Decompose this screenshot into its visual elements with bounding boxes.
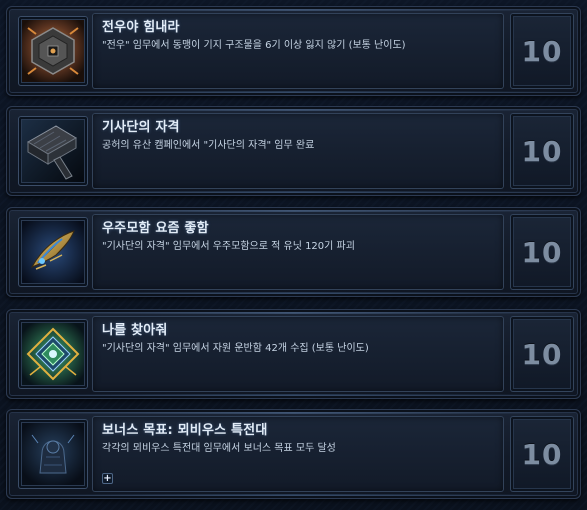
achievement-points-panel: 10: [510, 416, 574, 492]
resource-crate-icon: [22, 323, 84, 385]
achievement-points-panel: 10: [510, 13, 574, 89]
achievement-title: 전우야 힘내라: [102, 20, 180, 35]
achievement-points-panel: 10: [510, 113, 574, 189]
achievement-points: 10: [521, 438, 563, 471]
achievement-description: 공허의 유산 캠페인에서 "기사단의 자격" 임무 완료: [102, 140, 315, 151]
achievement-text-panel: 전우야 힘내라 "전우" 임무에서 동맹이 기지 구조물을 6기 이상 잃지 않…: [92, 13, 504, 89]
achievement-description: 각각의 뫼비우스 특전대 임무에서 보너스 목표 모두 달성: [102, 443, 336, 454]
achievement-description: "기사단의 자격" 임무에서 우주모함으로 적 유닛 120기 파괴: [102, 241, 355, 252]
achievement-text-panel: 우주모함 요즘 좋함 "기사단의 자격" 임무에서 우주모함으로 적 유닛 12…: [92, 214, 504, 290]
achievement-icon-frame: [18, 419, 88, 489]
achievement-card[interactable]: 나를 찾아줘 "기사단의 자격" 임무에서 자원 운반함 42개 수집 (보통 …: [6, 309, 581, 399]
achievement-text-panel: 보너스 목표: 뫼비우스 특전대 각각의 뫼비우스 특전대 임무에서 보너스 목…: [92, 416, 504, 492]
achievement-points: 10: [521, 35, 563, 68]
achievement-points-panel: 10: [510, 316, 574, 392]
achievement-title: 우주모함 요즘 좋함: [102, 221, 209, 236]
bunker-icon: [22, 20, 84, 82]
achievement-card[interactable]: 전우야 힘내라 "전우" 임무에서 동맹이 기지 구조물을 6기 이상 잃지 않…: [6, 6, 581, 96]
achievement-description: "기사단의 자격" 임무에서 자원 운반함 42개 수집 (보통 난이도): [102, 343, 369, 354]
moebius-corps-icon: [22, 423, 84, 485]
achievement-points: 10: [521, 236, 563, 269]
achievement-text-panel: 기사단의 자격 공허의 유산 캠페인에서 "기사단의 자격" 임무 완료: [92, 113, 504, 189]
achievement-title: 나를 찾아줘: [102, 323, 168, 338]
achievement-points: 10: [521, 338, 563, 371]
achievement-text-panel: 나를 찾아줘 "기사단의 자격" 임무에서 자원 운반함 42개 수집 (보통 …: [92, 316, 504, 392]
achievement-list: 전우야 힘내라 "전우" 임무에서 동맹이 기지 구조물을 6기 이상 잃지 않…: [0, 0, 587, 510]
achievement-card[interactable]: 우주모함 요즘 좋함 "기사단의 자격" 임무에서 우주모함으로 적 유닛 12…: [6, 207, 581, 297]
achievement-icon-frame: [18, 16, 88, 86]
achievement-icon-frame: [18, 319, 88, 389]
achievement-description: "전우" 임무에서 동맹이 기지 구조물을 6기 이상 잃지 않기 (보통 난이…: [102, 40, 406, 51]
carrier-icon: [22, 221, 84, 283]
expand-button[interactable]: +: [102, 473, 113, 484]
achievement-icon-frame: [18, 217, 88, 287]
achievement-card[interactable]: 보너스 목표: 뫼비우스 특전대 각각의 뫼비우스 특전대 임무에서 보너스 목…: [6, 409, 581, 499]
achievement-points: 10: [521, 135, 563, 168]
achievement-title: 보너스 목표: 뫼비우스 특전대: [102, 423, 268, 438]
achievement-icon-frame: [18, 116, 88, 186]
achievement-card[interactable]: 기사단의 자격 공허의 유산 캠페인에서 "기사단의 자격" 임무 완료 10: [6, 106, 581, 196]
achievement-title: 기사단의 자격: [102, 120, 180, 135]
achievement-points-panel: 10: [510, 214, 574, 290]
hammer-icon: [22, 120, 84, 182]
